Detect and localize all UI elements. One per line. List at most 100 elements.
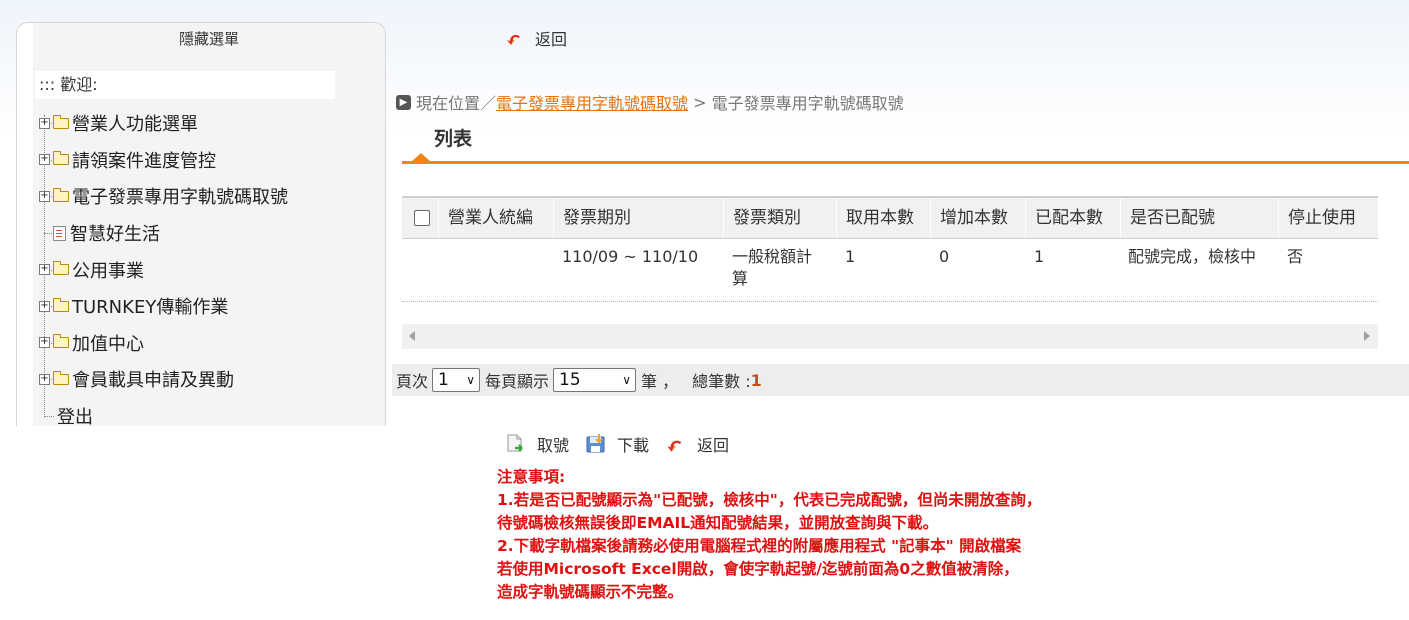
cell-stopped: 否	[1287, 247, 1304, 266]
sidebar-item-label: 智慧好生活	[70, 224, 160, 246]
sidebar-item-logout[interactable]: 登出	[37, 398, 377, 426]
sidebar-menu: 隱藏選單 ::: 歡迎: + 營業人功能選單 + 請領案件進度管控 + 電子發票…	[16, 22, 386, 426]
col-header-status[interactable]: 是否已配號	[1120, 198, 1278, 238]
return-arrow-icon	[667, 440, 682, 452]
welcome-text: ::: 歡迎:	[35, 71, 335, 99]
tab-underline	[402, 161, 1409, 164]
chevron-down-icon: ∨	[466, 373, 476, 387]
sidebar-item-turnkey[interactable]: + TURNKEY傳輸作業	[37, 288, 377, 325]
sidebar-item-label: 會員載具申請及異動	[72, 370, 234, 392]
cell-period: 110/09 ~ 110/10	[562, 247, 699, 266]
expand-icon[interactable]: +	[39, 337, 50, 349]
expand-icon[interactable]: +	[39, 264, 50, 276]
folder-icon	[52, 151, 69, 166]
folder-icon	[52, 114, 69, 129]
notice-box: 注意事項: 1.若是否已配號顯示為"已配號，檢核中"，代表已完成配號，但尚未開放…	[497, 466, 1197, 604]
sidebar-item-label: 登出	[57, 407, 93, 426]
expand-icon[interactable]: +	[39, 154, 50, 166]
col-header-stopped[interactable]: 停止使用	[1278, 198, 1378, 238]
col-header-type[interactable]: 發票類別	[723, 198, 836, 238]
select-all-checkbox[interactable]	[414, 210, 430, 226]
col-header-tax-id[interactable]: 營業人統編	[438, 198, 553, 238]
cell-status: 配號完成，檢核中	[1128, 247, 1257, 266]
sidebar-item-business-functions[interactable]: + 營業人功能選單	[37, 105, 377, 142]
table-header: 營業人統編 發票期別 發票類別 取用本數 增加本數 已配本數 是否已配號 停止使…	[402, 198, 1378, 239]
download-button[interactable]: 下載	[585, 432, 649, 456]
take-number-label: 取號	[537, 436, 570, 455]
unit-label: 筆 ，	[641, 372, 679, 391]
col-header-period[interactable]: 發票期別	[553, 198, 723, 238]
page-select[interactable]: 1 ∨	[432, 368, 481, 392]
expand-icon[interactable]: +	[39, 300, 50, 312]
breadcrumb-link[interactable]: 電子發票專用字軌號碼取號	[496, 90, 688, 114]
expand-icon[interactable]: +	[39, 190, 50, 202]
download-icon	[586, 434, 605, 453]
col-header-added[interactable]: 增加本數	[930, 198, 1025, 238]
cell-taken: 1	[845, 247, 856, 266]
expand-icon[interactable]: +	[39, 373, 50, 385]
folder-icon	[52, 261, 69, 276]
chevron-down-icon: ∨	[622, 373, 632, 387]
sidebar-item-label: 加值中心	[72, 333, 144, 355]
total-count: 1	[750, 370, 762, 390]
expand-icon[interactable]: +	[39, 117, 50, 129]
scroll-right-icon[interactable]	[1364, 331, 1370, 341]
sidebar-item-einvoice-track-number[interactable]: + 電子發票專用字軌號碼取號	[37, 178, 377, 215]
sidebar-item-value-added-center[interactable]: + 加值中心	[37, 325, 377, 362]
page-label: 頁次	[396, 372, 429, 391]
return-label: 返回	[697, 436, 730, 455]
hide-menu-toggle[interactable]: 隱藏選單	[33, 28, 385, 49]
page-select-value: 1	[438, 370, 449, 390]
breadcrumb-current: 電子發票專用字軌號碼取號	[711, 94, 904, 113]
horizontal-scrollbar[interactable]	[402, 324, 1378, 349]
breadcrumb: ▶ 現在位置／ 電子發票專用字軌號碼取號 > 電子發票專用字軌號碼取號	[396, 90, 904, 114]
sidebar-item-label: TURNKEY傳輸作業	[72, 297, 229, 319]
total-label: 總筆數 :	[692, 372, 751, 391]
per-page-label: 每頁顯示	[485, 372, 550, 391]
breadcrumb-prefix: 現在位置／	[416, 94, 497, 113]
tab-list[interactable]: 列表	[434, 124, 472, 151]
folder-icon	[52, 187, 69, 202]
notice-title: 注意事項:	[497, 468, 566, 486]
sidebar-item-member-carrier[interactable]: + 會員載具申請及異動	[37, 361, 377, 398]
breadcrumb-separator: >	[688, 92, 712, 112]
take-number-button[interactable]: 取號	[505, 432, 569, 456]
pagination-bar: 頁次 1 ∨ 每頁顯示 15 ∨ 筆 ， 總筆數 : 1	[392, 364, 1409, 396]
return-label: 返回	[535, 30, 568, 49]
cell-type: 一般稅額計算	[732, 247, 813, 288]
sidebar-item-label: 公用事業	[72, 260, 144, 282]
folder-icon	[52, 370, 69, 385]
sidebar-item-utilities[interactable]: + 公用事業	[37, 251, 377, 288]
add-document-icon	[507, 434, 523, 452]
cell-added: 0	[939, 247, 950, 266]
notice-line-2: 待號碼檢核無誤後即EMAIL通知配號結果，並開放查詢與下載。	[497, 514, 939, 532]
notice-line-1: 1.若是否已配號顯示為"已配號，檢核中"，代表已完成配號，但尚未開放查詢，	[497, 491, 1042, 509]
col-header-taken[interactable]: 取用本數	[836, 198, 930, 238]
sidebar-item-label: 電子發票專用字軌號碼取號	[72, 187, 288, 209]
top-return-button[interactable]: 返回	[505, 26, 567, 50]
data-table: 營業人統編 發票期別 發票類別 取用本數 增加本數 已配本數 是否已配號 停止使…	[402, 196, 1378, 304]
row-divider	[402, 301, 1378, 302]
per-page-select-value: 15	[559, 370, 581, 390]
cell-assigned: 1	[1034, 247, 1045, 266]
action-bar: 取號 下載 返回	[505, 432, 745, 456]
scroll-left-icon[interactable]	[409, 331, 415, 341]
arrow-right-icon: ▶	[396, 94, 411, 110]
menu-tree: + 營業人功能選單 + 請領案件進度管控 + 電子發票專用字軌號碼取號 智慧好生…	[37, 105, 377, 426]
download-label: 下載	[617, 436, 650, 455]
return-button[interactable]: 返回	[665, 432, 729, 456]
notice-line-3: 2.下載字軌檔案後請務必使用電腦程式裡的附屬應用程式 "記事本" 開啟檔案	[497, 537, 1022, 555]
folder-icon	[52, 334, 69, 349]
col-header-assigned[interactable]: 已配本數	[1025, 198, 1120, 238]
notice-line-4: 若使用Microsoft Excel開啟，會使字軌起號/迄號前面為0之數值被清除…	[497, 560, 1019, 578]
sidebar-item-label: 請領案件進度管控	[72, 150, 216, 172]
sidebar-item-case-progress[interactable]: + 請領案件進度管控	[37, 142, 377, 179]
sidebar-panel: 隱藏選單 ::: 歡迎: + 營業人功能選單 + 請領案件進度管控 + 電子發票…	[33, 23, 385, 426]
sidebar-item-label: 營業人功能選單	[72, 114, 198, 136]
sidebar-item-smart-life[interactable]: 智慧好生活	[37, 215, 377, 252]
document-icon	[53, 225, 66, 241]
notice-line-5: 造成字軌號碼顯示不完整。	[497, 583, 684, 601]
folder-icon	[52, 297, 69, 312]
per-page-select[interactable]: 15 ∨	[553, 368, 637, 392]
return-arrow-icon	[507, 34, 520, 45]
